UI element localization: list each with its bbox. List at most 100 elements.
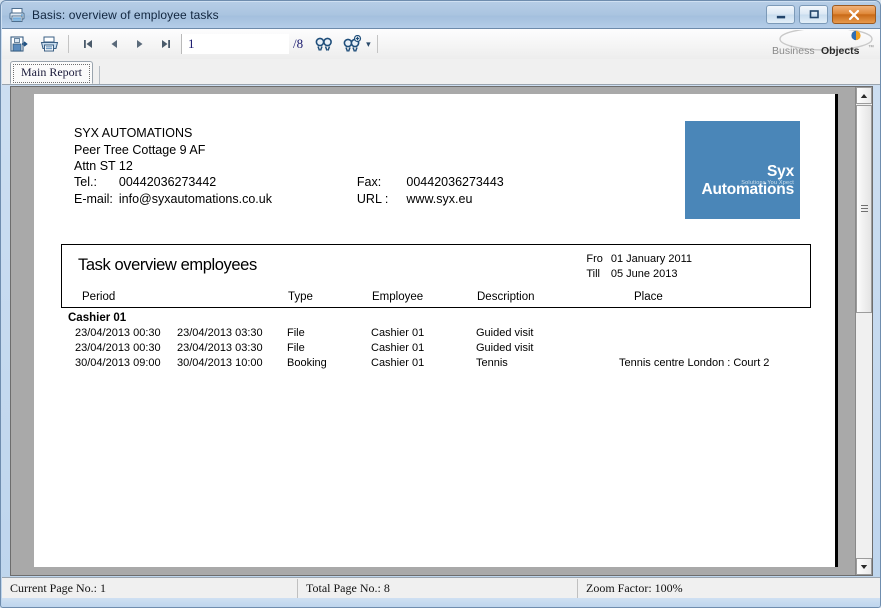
fax-value: 00442036273443	[406, 174, 503, 191]
company-name: SYX AUTOMATIONS	[74, 125, 205, 142]
first-page-button[interactable]	[75, 33, 101, 55]
cell-employee: Cashier 01	[371, 327, 424, 339]
previous-page-button[interactable]	[101, 33, 127, 55]
export-report-icon	[9, 35, 29, 54]
business-objects-logo: Business Objects ™	[764, 30, 876, 58]
email-value: info@syxautomations.co.uk	[119, 191, 357, 208]
range-till-value: 05 June 2013	[611, 267, 692, 282]
print-report-button[interactable]	[36, 32, 62, 56]
group-header-cashier-01: Cashier 01	[68, 312, 821, 324]
cell-employee: Cashier 01	[371, 342, 424, 354]
status-bar: Current Page No.: 1 Total Page No.: 8 Zo…	[2, 577, 880, 598]
report-tab-strip: Main Report	[2, 59, 880, 85]
close-button[interactable]	[832, 5, 876, 24]
last-page-icon	[159, 38, 173, 50]
svg-text:Objects: Objects	[821, 45, 860, 57]
range-from-label: Fro	[586, 252, 611, 267]
column-header-period: Period	[82, 291, 115, 303]
range-row-from: Fro 01 January 2011	[586, 252, 692, 267]
cell-employee: Cashier 01	[371, 357, 424, 369]
range-row-till: Till 05 June 2013	[586, 267, 692, 282]
url-value: www.syx.eu	[406, 191, 503, 208]
table-row: 30/04/2013 09:00 30/04/2013 10:00 Bookin…	[61, 357, 821, 372]
status-zoom-factor: Zoom Factor: 100%	[578, 579, 880, 598]
column-header-description: Description	[477, 291, 535, 303]
page-total-label: /8	[293, 36, 303, 52]
report-title-box: Task overview employees Fro 01 January 2…	[61, 244, 811, 288]
column-header-type: Type	[288, 291, 313, 303]
scroll-up-icon	[860, 93, 868, 99]
minimize-icon	[775, 10, 787, 20]
report-title: Task overview employees	[78, 256, 257, 275]
tab-focus-ring	[13, 64, 90, 83]
toolbar-separator-1	[68, 35, 69, 53]
contact-row-email: E-mail: info@syxautomations.co.uk URL : …	[74, 191, 504, 208]
window-bottom-strip	[2, 598, 880, 607]
window-controls	[766, 5, 876, 24]
report-viewport[interactable]: SYX AUTOMATIONS Peer Tree Cottage 9 AF A…	[10, 86, 873, 576]
last-page-button[interactable]	[153, 33, 179, 55]
report-viewer-window: Basis: overview of employee tasks	[0, 0, 881, 608]
export-report-button[interactable]	[6, 32, 32, 56]
next-page-button[interactable]	[127, 33, 153, 55]
range-till-label: Till	[586, 267, 611, 282]
table-row: 23/04/2013 00:30 23/04/2013 03:30 File C…	[61, 327, 821, 342]
range-from-value: 01 January 2011	[611, 252, 692, 267]
scrollbar-grip-icon	[861, 205, 868, 213]
svg-text:™: ™	[868, 44, 874, 51]
page-number-input[interactable]	[181, 34, 289, 54]
tel-label: Tel.:	[74, 174, 119, 191]
tel-value: 00442036273442	[119, 174, 357, 191]
url-label: URL :	[357, 191, 407, 208]
svg-text:Business: Business	[772, 45, 815, 57]
email-label: E-mail:	[74, 191, 119, 208]
window-title: Basis: overview of employee tasks	[32, 8, 219, 22]
cell-description: Guided visit	[476, 342, 533, 354]
table-row: 23/04/2013 00:30 23/04/2013 03:30 File C…	[61, 342, 821, 357]
contact-row-tel: Tel.: 00442036273442 Fax: 00442036273443	[74, 174, 504, 191]
cell-period-end: 30/04/2013 10:00	[177, 357, 263, 369]
scrollbar-thumb[interactable]	[856, 105, 872, 313]
cell-period-start: 23/04/2013 00:30	[75, 327, 161, 339]
minimize-button[interactable]	[766, 5, 795, 24]
find-button[interactable]	[311, 32, 337, 56]
table-column-headers: Period Type Employee Description Place	[61, 288, 811, 308]
find-next-button[interactable]	[339, 32, 365, 56]
tab-main-report[interactable]: Main Report	[10, 61, 93, 84]
maximize-button[interactable]	[799, 5, 828, 24]
company-contact-block: Tel.: 00442036273442 Fax: 00442036273443…	[74, 174, 504, 207]
find-next-icon	[342, 35, 362, 53]
cell-period-end: 23/04/2013 03:30	[177, 327, 263, 339]
cell-period-start: 23/04/2013 00:30	[75, 342, 161, 354]
report-page: SYX AUTOMATIONS Peer Tree Cottage 9 AF A…	[34, 94, 835, 567]
vertical-scrollbar[interactable]	[855, 87, 872, 575]
scroll-down-icon	[860, 564, 868, 570]
column-header-place: Place	[634, 291, 663, 303]
status-total-page: Total Page No.: 8	[298, 579, 578, 598]
fax-label: Fax:	[357, 174, 407, 191]
cell-description: Guided visit	[476, 327, 533, 339]
next-page-icon	[133, 38, 147, 50]
cell-description: Tennis	[476, 357, 508, 369]
printer-icon	[8, 6, 26, 24]
syx-automations-logo: Syx Automations Solutions You Xpect	[685, 121, 800, 219]
cell-type: File	[287, 327, 305, 339]
cell-place: Tennis centre London : Court 2	[619, 357, 769, 369]
cell-period-end: 23/04/2013 03:30	[177, 342, 263, 354]
print-report-icon	[39, 35, 60, 54]
find-icon	[314, 35, 334, 53]
syx-logo-tagline: Solutions You Xpect	[685, 180, 794, 186]
title-bar: Basis: overview of employee tasks	[2, 2, 880, 29]
viewer-toolbar: /8 ▾	[2, 29, 880, 59]
close-icon	[847, 9, 861, 21]
tab-divider	[99, 66, 100, 84]
maximize-icon	[808, 9, 820, 20]
toolbar-separator-2	[377, 35, 378, 53]
first-page-icon	[81, 38, 95, 50]
chevron-down-icon[interactable]: ▾	[366, 39, 371, 50]
column-header-employee: Employee	[372, 291, 423, 303]
report-date-range: Fro 01 January 2011 Till 05 June 2013	[586, 252, 692, 282]
scroll-down-button[interactable]	[856, 558, 872, 575]
report-data-area: Cashier 01 23/04/2013 00:30 23/04/2013 0…	[61, 312, 821, 372]
scroll-up-button[interactable]	[856, 87, 872, 104]
